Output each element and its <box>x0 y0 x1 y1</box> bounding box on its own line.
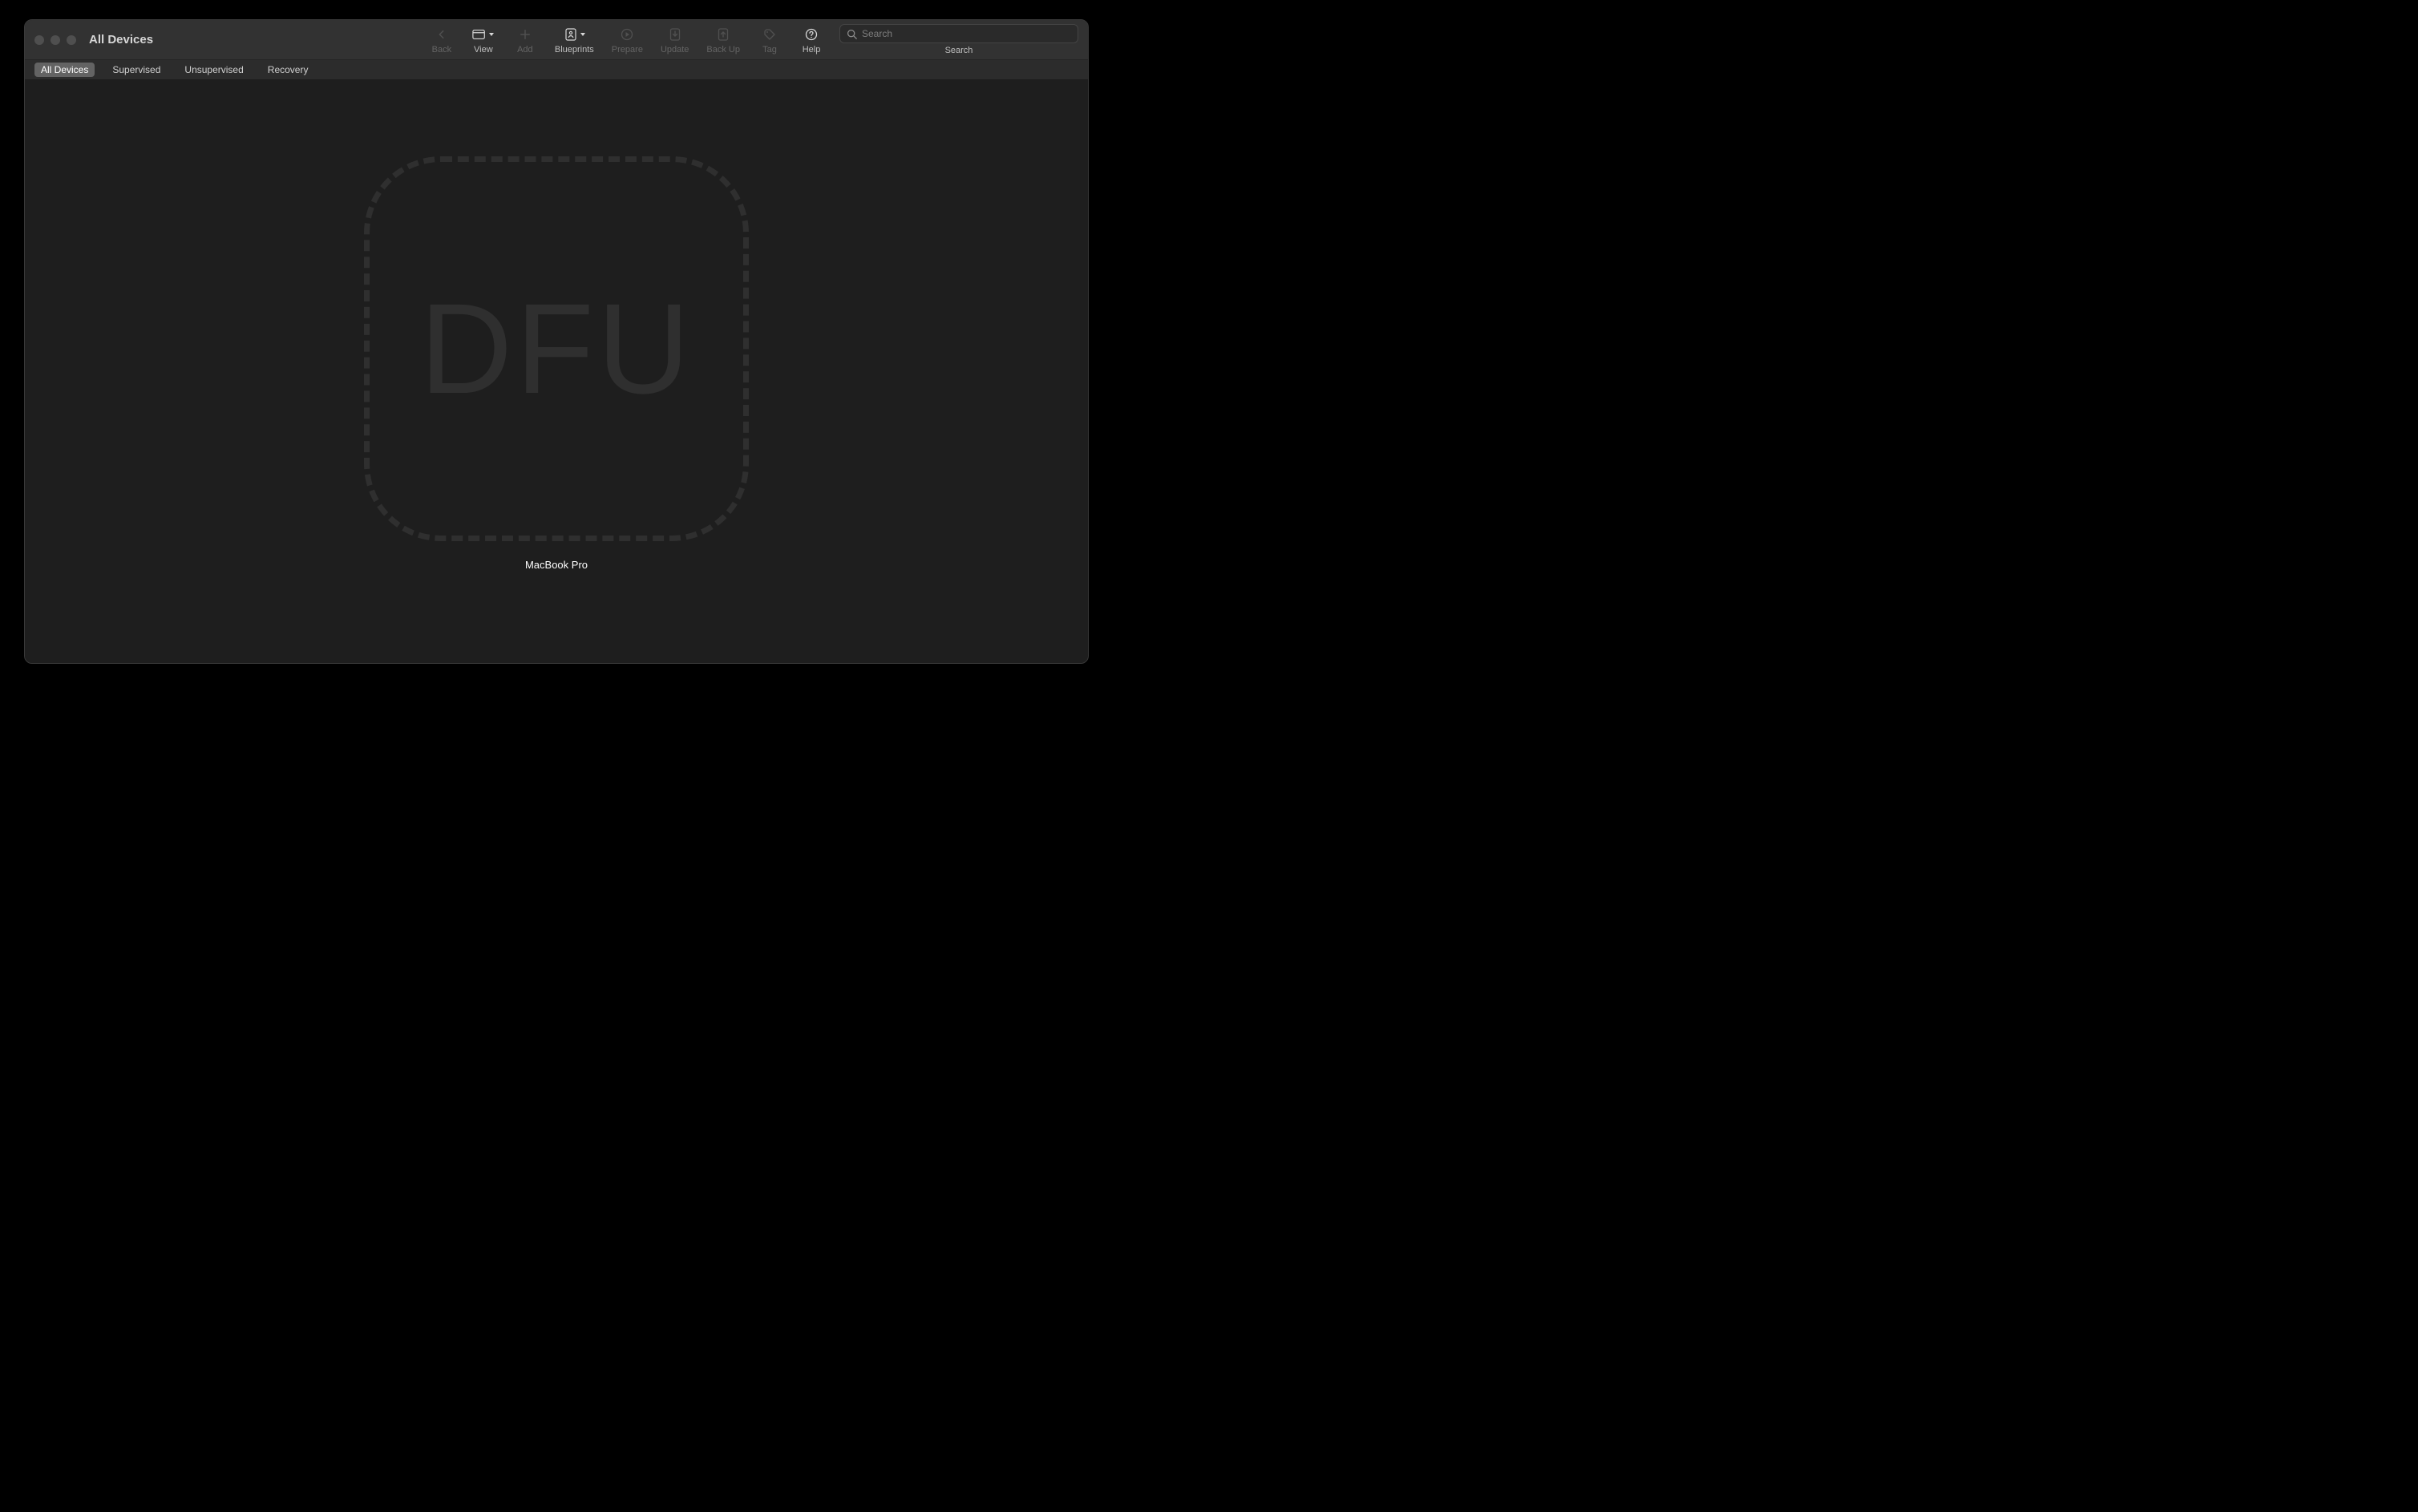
window-controls <box>34 35 76 45</box>
prepare-icon <box>621 26 633 42</box>
minimize-window-button[interactable] <box>51 35 60 45</box>
backup-button[interactable]: Back Up <box>702 25 745 55</box>
window-title: All Devices <box>89 33 153 46</box>
zoom-window-button[interactable] <box>67 35 76 45</box>
upload-icon <box>718 26 729 42</box>
prepare-button[interactable]: Prepare <box>607 25 648 55</box>
scope-recovery[interactable]: Recovery <box>261 63 315 77</box>
search-field[interactable] <box>839 24 1078 43</box>
blueprints-icon <box>564 26 585 42</box>
update-button[interactable]: Update <box>656 25 693 55</box>
plus-icon <box>520 26 531 42</box>
tag-button[interactable]: Tag <box>753 25 786 55</box>
add-button[interactable]: Add <box>508 25 542 55</box>
help-button[interactable]: Help <box>795 25 828 55</box>
scope-all-devices[interactable]: All Devices <box>34 63 95 77</box>
device-grid: DFU MacBook Pro <box>25 80 1088 663</box>
download-icon <box>669 26 681 42</box>
device-dfu-icon: DFU <box>364 156 749 541</box>
help-label: Help <box>803 45 821 55</box>
view-label: View <box>474 45 493 55</box>
search-input[interactable] <box>862 28 1071 39</box>
back-button[interactable]: Back <box>425 25 459 55</box>
backup-label: Back Up <box>706 45 740 55</box>
tag-label: Tag <box>762 45 777 55</box>
back-label: Back <box>432 45 451 55</box>
chevron-left-icon <box>436 26 447 42</box>
blueprints-label: Blueprints <box>555 45 594 55</box>
device-item[interactable]: DFU MacBook Pro <box>364 156 749 571</box>
view-button[interactable]: View <box>467 25 500 55</box>
update-label: Update <box>661 45 689 55</box>
dfu-badge: DFU <box>420 275 693 422</box>
help-icon <box>805 26 818 42</box>
scope-unsupervised[interactable]: Unsupervised <box>178 63 249 77</box>
tag-icon <box>763 26 776 42</box>
search-label: Search <box>945 46 973 55</box>
search-icon <box>847 29 857 39</box>
device-name: MacBook Pro <box>525 559 588 571</box>
close-window-button[interactable] <box>34 35 44 45</box>
view-icon <box>472 26 494 42</box>
add-label: Add <box>517 45 533 55</box>
scope-bar: All Devices Supervised Unsupervised Reco… <box>25 60 1088 80</box>
toolbar-items: Back View Add <box>425 25 828 55</box>
app-window: All Devices Back View <box>24 19 1089 664</box>
blueprints-button[interactable]: Blueprints <box>550 25 599 55</box>
scope-supervised[interactable]: Supervised <box>106 63 167 77</box>
prepare-label: Prepare <box>612 45 643 55</box>
toolbar: All Devices Back View <box>25 20 1088 60</box>
